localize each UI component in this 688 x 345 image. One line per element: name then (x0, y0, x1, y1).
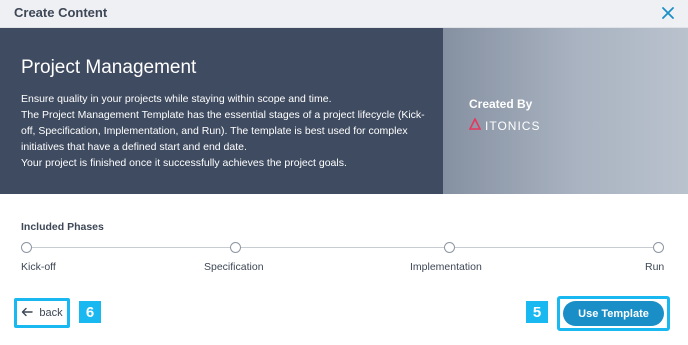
use-template-button-label: Use Template (563, 301, 664, 326)
description-line: The Project Management Template has the … (21, 109, 425, 153)
description-line: Your project is finished once it success… (21, 157, 347, 169)
step-badge-use-template: 5 (526, 301, 548, 323)
template-description: Ensure quality in your projects while st… (21, 91, 431, 171)
use-template-button[interactable]: Use Template (557, 296, 670, 331)
back-button-label: back (39, 307, 63, 319)
arrow-left-icon (21, 306, 34, 320)
dialog-header: Create Content (0, 0, 688, 28)
phase-label-run: Run (645, 261, 665, 273)
phase-label-specification: Specification (204, 261, 264, 273)
close-icon[interactable] (658, 3, 678, 23)
phase-label-implementation: Implementation (410, 261, 482, 273)
itonics-logo-text: ITONICS (485, 119, 541, 133)
template-info-panel: Project Management Ensure quality in you… (0, 28, 443, 194)
created-by-label: Created By (469, 97, 533, 111)
template-title: Project Management (21, 57, 197, 78)
phase-dot-specification (230, 242, 241, 253)
phases-timeline (26, 247, 659, 248)
back-button[interactable]: back (14, 298, 70, 328)
template-hero: Project Management Ensure quality in you… (0, 28, 688, 194)
itonics-logo-icon (468, 117, 482, 135)
itonics-logo: ITONICS (468, 117, 541, 135)
description-line: Ensure quality in your projects while st… (21, 93, 332, 105)
dialog-title: Create Content (14, 5, 108, 20)
included-phases-label: Included Phases (21, 221, 104, 233)
phase-dot-implementation (444, 242, 455, 253)
step-badge-back: 6 (79, 301, 101, 323)
template-author-panel: Created By ITONICS (443, 28, 688, 194)
phase-dot-run (653, 242, 664, 253)
phase-label-kickoff: Kick-off (21, 261, 56, 273)
phase-dot-kickoff (21, 242, 32, 253)
